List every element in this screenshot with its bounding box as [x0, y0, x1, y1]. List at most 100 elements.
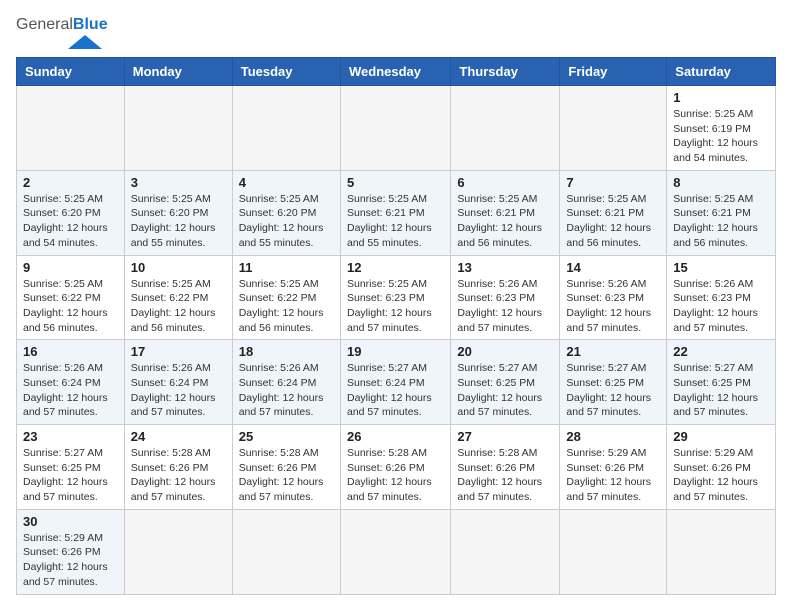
day-info: Sunrise: 5:25 AM Sunset: 6:20 PM Dayligh… [23, 192, 118, 251]
day-number: 11 [239, 260, 334, 275]
day-info: Sunrise: 5:27 AM Sunset: 6:25 PM Dayligh… [23, 446, 118, 505]
day-cell: 7Sunrise: 5:25 AM Sunset: 6:21 PM Daylig… [560, 170, 667, 255]
day-number: 13 [457, 260, 553, 275]
day-info: Sunrise: 5:27 AM Sunset: 6:25 PM Dayligh… [566, 361, 660, 420]
day-number: 24 [131, 429, 226, 444]
day-cell: 19Sunrise: 5:27 AM Sunset: 6:24 PM Dayli… [340, 340, 450, 425]
day-info: Sunrise: 5:25 AM Sunset: 6:20 PM Dayligh… [239, 192, 334, 251]
week-row-1: 2Sunrise: 5:25 AM Sunset: 6:20 PM Daylig… [17, 170, 776, 255]
day-info: Sunrise: 5:29 AM Sunset: 6:26 PM Dayligh… [673, 446, 769, 505]
weekday-header-wednesday: Wednesday [340, 58, 450, 86]
day-number: 29 [673, 429, 769, 444]
header: GeneralBlue [16, 16, 776, 49]
day-cell: 12 Sunrise: 5:25 AM Sunset: 6:23 PM Dayli… [340, 255, 450, 340]
day-cell: 15 Sunrise: 5:26 AM Sunset: 6:23 PM Dayli… [667, 255, 776, 340]
week-row-0: 1Sunrise: 5:25 AM Sunset: 6:19 PM Daylig… [17, 86, 776, 171]
week-row-5: 30 Sunrise: 5:29 AM Sunset: 6:26 PM Dayli… [17, 509, 776, 594]
day-number: 18 [239, 344, 334, 359]
day-cell: 2Sunrise: 5:25 AM Sunset: 6:20 PM Daylig… [17, 170, 125, 255]
day-cell: 8Sunrise: 5:25 AM Sunset: 6:21 PM Daylig… [667, 170, 776, 255]
weekday-header-saturday: Saturday [667, 58, 776, 86]
day-info: Sunrise: 5:29 AM Sunset: 6:26 PM Dayligh… [566, 446, 660, 505]
weekday-header-thursday: Thursday [451, 58, 560, 86]
week-row-2: 9 Sunrise: 5:25 AM Sunset: 6:22 PM Daylig… [17, 255, 776, 340]
day-info: Sunrise: 5:25 AM Sunset: 6:22 PM Dayligh… [23, 277, 118, 336]
day-cell: 5 Sunrise: 5:25 AM Sunset: 6:21 PM Daylig… [340, 170, 450, 255]
day-number: 10 [131, 260, 226, 275]
day-number: 14 [566, 260, 660, 275]
weekday-header-tuesday: Tuesday [232, 58, 340, 86]
day-info: Sunrise: 5:25 AM Sunset: 6:22 PM Dayligh… [131, 277, 226, 336]
day-cell [232, 86, 340, 171]
day-number: 8 [673, 175, 769, 190]
day-info: Sunrise: 5:25 AM Sunset: 6:21 PM Dayligh… [566, 192, 660, 251]
day-info: Sunrise: 5:27 AM Sunset: 6:25 PM Dayligh… [673, 361, 769, 420]
day-cell: 30 Sunrise: 5:29 AM Sunset: 6:26 PM Dayli… [17, 509, 125, 594]
day-cell: 29 Sunrise: 5:29 AM Sunset: 6:26 PM Dayli… [667, 425, 776, 510]
day-number: 16 [23, 344, 118, 359]
day-cell [560, 86, 667, 171]
day-cell: 24Sunrise: 5:28 AM Sunset: 6:26 PM Dayli… [124, 425, 232, 510]
day-number: 6 [457, 175, 553, 190]
day-info: Sunrise: 5:25 AM Sunset: 6:20 PM Dayligh… [131, 192, 226, 251]
day-cell: 25Sunrise: 5:28 AM Sunset: 6:26 PM Dayli… [232, 425, 340, 510]
day-cell [340, 86, 450, 171]
week-row-4: 23 Sunrise: 5:27 AM Sunset: 6:25 PM Dayli… [17, 425, 776, 510]
logo: GeneralBlue [16, 16, 108, 49]
day-number: 27 [457, 429, 553, 444]
day-number: 9 [23, 260, 118, 275]
day-info: Sunrise: 5:26 AM Sunset: 6:24 PM Dayligh… [131, 361, 226, 420]
day-number: 20 [457, 344, 553, 359]
day-number: 4 [239, 175, 334, 190]
day-cell [124, 509, 232, 594]
day-cell [17, 86, 125, 171]
day-cell [232, 509, 340, 594]
day-info: Sunrise: 5:27 AM Sunset: 6:25 PM Dayligh… [457, 361, 553, 420]
day-number: 30 [23, 514, 118, 529]
day-cell: 3 Sunrise: 5:25 AM Sunset: 6:20 PM Daylig… [124, 170, 232, 255]
weekday-header-friday: Friday [560, 58, 667, 86]
day-cell: 9 Sunrise: 5:25 AM Sunset: 6:22 PM Daylig… [17, 255, 125, 340]
day-info: Sunrise: 5:25 AM Sunset: 6:19 PM Dayligh… [673, 107, 769, 166]
day-number: 15 [673, 260, 769, 275]
day-info: Sunrise: 5:25 AM Sunset: 6:23 PM Dayligh… [347, 277, 444, 336]
day-info: Sunrise: 5:26 AM Sunset: 6:23 PM Dayligh… [457, 277, 553, 336]
day-info: Sunrise: 5:28 AM Sunset: 6:26 PM Dayligh… [457, 446, 553, 505]
day-cell: 26Sunrise: 5:28 AM Sunset: 6:26 PM Dayli… [340, 425, 450, 510]
day-cell: 14Sunrise: 5:26 AM Sunset: 6:23 PM Dayli… [560, 255, 667, 340]
day-number: 22 [673, 344, 769, 359]
day-info: Sunrise: 5:26 AM Sunset: 6:23 PM Dayligh… [673, 277, 769, 336]
day-number: 26 [347, 429, 444, 444]
day-info: Sunrise: 5:29 AM Sunset: 6:26 PM Dayligh… [23, 531, 118, 590]
day-number: 21 [566, 344, 660, 359]
day-number: 23 [23, 429, 118, 444]
weekday-header-row: SundayMondayTuesdayWednesdayThursdayFrid… [17, 58, 776, 86]
day-number: 28 [566, 429, 660, 444]
day-number: 5 [347, 175, 444, 190]
day-cell: 10 Sunrise: 5:25 AM Sunset: 6:22 PM Dayli… [124, 255, 232, 340]
day-number: 25 [239, 429, 334, 444]
blue-chevron-icon [68, 35, 102, 49]
calendar-table: SundayMondayTuesdayWednesdayThursdayFrid… [16, 57, 776, 595]
day-info: Sunrise: 5:25 AM Sunset: 6:22 PM Dayligh… [239, 277, 334, 336]
day-cell: 17 Sunrise: 5:26 AM Sunset: 6:24 PM Dayli… [124, 340, 232, 425]
day-cell [451, 86, 560, 171]
day-cell [560, 509, 667, 594]
day-cell: 13 Sunrise: 5:26 AM Sunset: 6:23 PM Dayli… [451, 255, 560, 340]
weekday-header-sunday: Sunday [17, 58, 125, 86]
day-number: 12 [347, 260, 444, 275]
day-cell: 4 Sunrise: 5:25 AM Sunset: 6:20 PM Daylig… [232, 170, 340, 255]
day-cell: 27 Sunrise: 5:28 AM Sunset: 6:26 PM Dayli… [451, 425, 560, 510]
day-info: Sunrise: 5:26 AM Sunset: 6:24 PM Dayligh… [23, 361, 118, 420]
day-info: Sunrise: 5:26 AM Sunset: 6:24 PM Dayligh… [239, 361, 334, 420]
day-cell: 23 Sunrise: 5:27 AM Sunset: 6:25 PM Dayli… [17, 425, 125, 510]
day-cell: 1Sunrise: 5:25 AM Sunset: 6:19 PM Daylig… [667, 86, 776, 171]
day-number: 17 [131, 344, 226, 359]
week-row-3: 16 Sunrise: 5:26 AM Sunset: 6:24 PM Dayli… [17, 340, 776, 425]
day-number: 19 [347, 344, 444, 359]
day-cell: 16 Sunrise: 5:26 AM Sunset: 6:24 PM Dayli… [17, 340, 125, 425]
day-cell: 20 Sunrise: 5:27 AM Sunset: 6:25 PM Dayli… [451, 340, 560, 425]
day-info: Sunrise: 5:25 AM Sunset: 6:21 PM Dayligh… [347, 192, 444, 251]
day-number: 3 [131, 175, 226, 190]
day-cell: 11 Sunrise: 5:25 AM Sunset: 6:22 PM Dayli… [232, 255, 340, 340]
